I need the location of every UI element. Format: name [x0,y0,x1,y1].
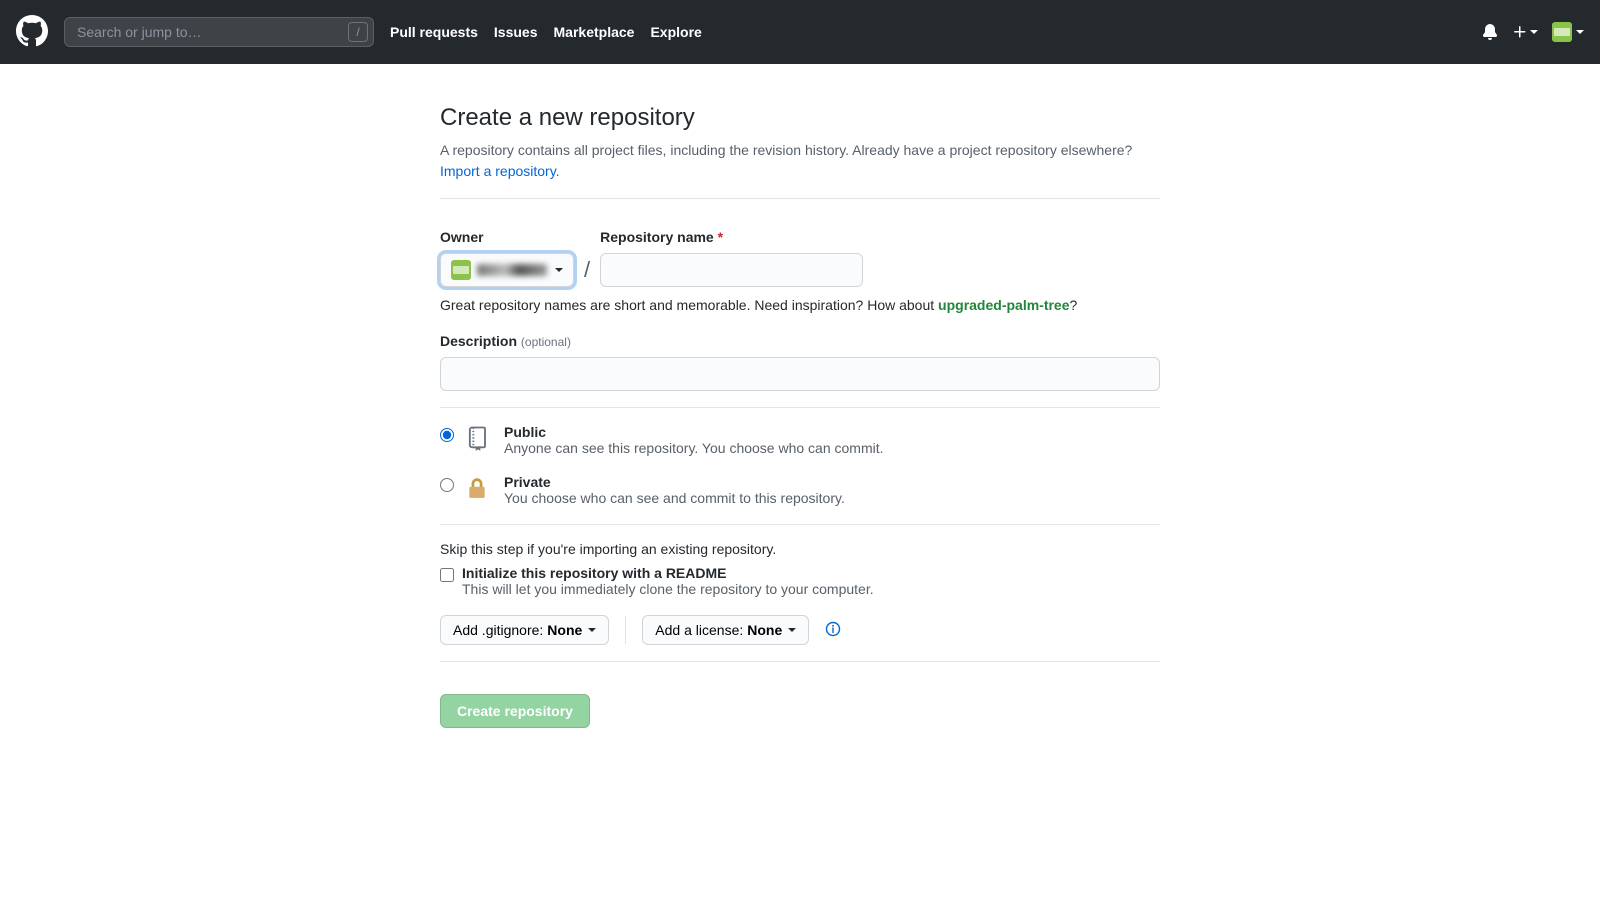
visibility-public-row: Public Anyone can see this repository. Y… [440,424,1160,456]
description-label-text: Description [440,333,517,349]
bell-icon [1482,24,1498,40]
nav-issues[interactable]: Issues [494,24,538,40]
name-suggestion[interactable]: upgraded-palm-tree [938,297,1069,313]
private-desc: You choose who can see and commit to thi… [504,490,845,506]
header-actions [1482,22,1584,42]
github-logo[interactable] [16,15,48,50]
notifications-button[interactable] [1482,24,1498,40]
create-repository-button[interactable]: Create repository [440,694,590,728]
divider [440,407,1160,408]
owner-select[interactable] [440,253,574,287]
visibility-private-row: Private You choose who can see and commi… [440,474,1160,506]
visibility-public-radio[interactable] [440,428,454,442]
chevron-down-icon [1530,30,1538,34]
nav-marketplace[interactable]: Marketplace [554,24,635,40]
hint-prefix: Great repository names are short and mem… [440,297,938,313]
description-input[interactable] [440,357,1160,391]
chevron-down-icon [555,268,563,272]
mark-github-icon [16,15,48,47]
description-label: Description (optional) [440,333,1160,349]
owner-avatar [451,260,471,280]
license-prefix: Add a license: [655,622,743,638]
user-menu-dropdown[interactable] [1552,22,1584,42]
nav-explore[interactable]: Explore [650,24,701,40]
public-desc: Anyone can see this repository. You choo… [504,440,884,456]
lock-icon [464,474,494,505]
global-header: / Pull requests Issues Marketplace Explo… [0,0,1600,64]
owner-field: Owner [440,229,574,287]
repo-name-label-text: Repository name [600,229,714,245]
create-new-dropdown[interactable] [1512,24,1538,40]
visibility-private-text: Private You choose who can see and commi… [504,474,845,506]
visibility-private-radio[interactable] [440,478,454,492]
nav-pull-requests[interactable]: Pull requests [390,24,478,40]
gitignore-dropdown[interactable]: Add .gitignore: None [440,615,609,645]
repo-name-hint: Great repository names are short and mem… [440,297,1160,313]
license-value: None [747,622,782,638]
chevron-down-icon [1576,30,1584,34]
skip-line: Skip this step if you're importing an ex… [440,541,1160,557]
info-icon [825,621,841,637]
repo-name-label: Repository name * [600,229,863,245]
repo-name-input[interactable] [600,253,863,287]
chevron-down-icon [788,628,796,632]
init-readme-text: Initialize this repository with a README… [462,565,874,597]
license-info-button[interactable] [825,621,841,640]
public-title: Public [504,424,884,440]
divider [440,524,1160,525]
owner-repo-row: Owner / Repository name * [440,229,1160,287]
divider-vertical [625,616,626,644]
visibility-public-text: Public Anyone can see this repository. Y… [504,424,884,456]
init-readme-desc: This will let you immediately clone the … [462,581,874,597]
avatar [1552,22,1572,42]
slash-key-hint: / [348,22,368,42]
hint-suffix: ? [1070,297,1078,313]
divider [440,198,1160,199]
search-input[interactable] [64,17,374,47]
plus-icon [1512,24,1528,40]
owner-name-redacted [477,264,547,276]
page-title: Create a new repository [440,104,1160,132]
gitignore-value: None [547,622,582,638]
header-search: / [64,17,374,47]
subtitle-text: A repository contains all project files,… [440,142,1132,158]
repo-icon [464,424,494,455]
import-repo-link[interactable]: Import a repository. [440,163,560,179]
private-title: Private [504,474,845,490]
template-dropdowns: Add .gitignore: None Add a license: None [440,615,1160,645]
primary-nav: Pull requests Issues Marketplace Explore [390,24,702,40]
page-subtitle: A repository contains all project files,… [440,140,1160,182]
main-content: Create a new repository A repository con… [430,104,1170,788]
owner-repo-separator: / [584,257,590,287]
chevron-down-icon [588,628,596,632]
optional-tag: (optional) [521,335,571,349]
repo-name-field: Repository name * [600,229,863,287]
init-readme-checkbox[interactable] [440,568,454,582]
divider [440,661,1160,662]
init-readme-title: Initialize this repository with a README [462,565,874,581]
gitignore-prefix: Add .gitignore: [453,622,543,638]
required-asterisk: * [718,229,723,245]
init-readme-row: Initialize this repository with a README… [440,565,1160,597]
license-dropdown[interactable]: Add a license: None [642,615,809,645]
owner-label: Owner [440,229,574,245]
